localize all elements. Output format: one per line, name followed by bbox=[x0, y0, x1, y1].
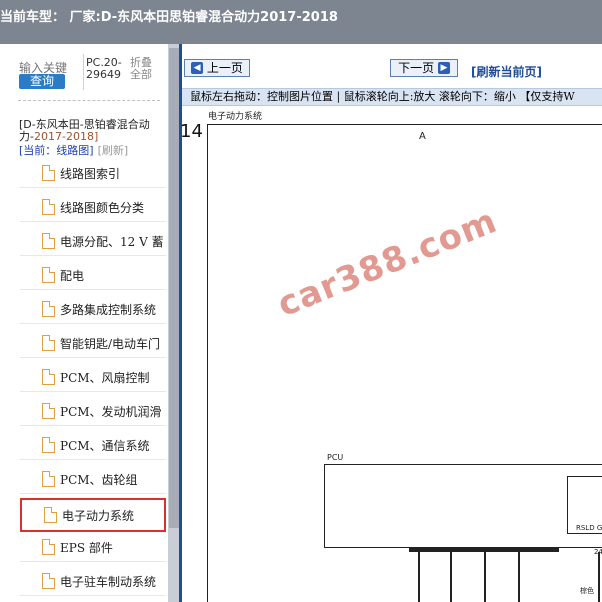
tree-item-label: 智能钥匙/电动车门 bbox=[60, 337, 161, 351]
tree-item[interactable]: PCM、通信系统 bbox=[20, 430, 166, 460]
pc-code: PC.20-29649 bbox=[86, 56, 122, 81]
app-window: 当前车型： 厂家:D-东风本田思铂睿混合动力2017-2018 查询 PC.20… bbox=[0, 0, 602, 602]
document-icon bbox=[42, 233, 55, 249]
document-icon bbox=[42, 301, 55, 317]
pcu-box bbox=[324, 464, 602, 548]
document-icon bbox=[42, 403, 55, 419]
model-name: [D-东风本田-思铂睿混合动力-2017-2018] bbox=[19, 119, 159, 143]
tree-item[interactable]: PCM、齿轮组 bbox=[20, 464, 166, 494]
divider bbox=[18, 100, 160, 101]
tree-item-label: 配电 bbox=[60, 269, 85, 283]
document-icon bbox=[42, 437, 55, 453]
arrow-right-icon: ▶ bbox=[437, 61, 450, 74]
usage-hint: 鼠标左右拖动：控制图片位置 | 鼠标滚轮向上:放大 滚轮向下：缩小 【仅支持W bbox=[182, 88, 602, 106]
tree-item-label: 线路图索引 bbox=[60, 167, 121, 181]
search-button[interactable]: 查询 bbox=[19, 74, 65, 89]
tree-item-label: 线路图颜色分类 bbox=[60, 201, 145, 215]
tree-item-label: PCM、发动机润滑 bbox=[60, 405, 162, 419]
fold-all-toggle[interactable]: 折叠全部 bbox=[130, 57, 160, 81]
panel-separator bbox=[83, 54, 84, 90]
document-icon bbox=[42, 369, 55, 385]
current-model-title: 当前车型： 厂家:D-东风本田思铂睿混合动力2017-2018 bbox=[0, 10, 338, 25]
document-icon bbox=[44, 507, 57, 523]
document-icon bbox=[42, 573, 55, 589]
tree-item[interactable]: EPS 部件 bbox=[20, 532, 166, 562]
current-location: [当前：线路图] [刷新] bbox=[19, 142, 128, 158]
tree-item[interactable]: PCM、风扇控制 bbox=[20, 362, 166, 392]
tree-item-label: 多路集成控制系统 bbox=[60, 303, 157, 317]
next-page-button[interactable]: 下一页 ▶ bbox=[390, 59, 458, 77]
title-bar: 当前车型： 厂家:D-东风本田思铂睿混合动力2017-2018 bbox=[0, 0, 602, 44]
wire-color-label: 棕色 bbox=[580, 587, 594, 595]
tree-item[interactable]: PCM、发动机润滑 bbox=[20, 396, 166, 426]
viewer-toolbar: ◀ 上一页 下一页 ▶ [刷新当前页] bbox=[182, 44, 602, 88]
wire bbox=[518, 552, 520, 602]
left-panel: 查询 PC.20-29649 折叠全部 [D-东风本田-思铂睿混合动力-2017… bbox=[0, 44, 168, 602]
refresh-link[interactable]: [刷新] bbox=[98, 144, 129, 157]
current-label[interactable]: [当前：线路图] bbox=[19, 144, 94, 157]
tree-item[interactable]: 线路图颜色分类 bbox=[20, 192, 166, 222]
pcu-label: PCU bbox=[327, 453, 344, 462]
document-icon bbox=[42, 471, 55, 487]
document-icon bbox=[42, 335, 55, 351]
wire bbox=[598, 552, 600, 602]
refresh-page-link[interactable]: [刷新当前页] bbox=[471, 63, 542, 80]
tree-item-label: 电子驻车制动系统 bbox=[60, 575, 157, 589]
arrow-left-icon: ◀ bbox=[191, 61, 204, 74]
prev-page-label: 上一页 bbox=[206, 61, 243, 75]
pin-number: 24 bbox=[594, 548, 602, 556]
viewer-pane: ◀ 上一页 下一页 ▶ [刷新当前页] 鼠标左右拖动：控制图片位置 | 鼠标滚轮… bbox=[182, 44, 602, 602]
tree-item-label: 电子动力系统 bbox=[62, 509, 135, 523]
rsld-label: RSLD G bbox=[576, 524, 602, 532]
tree-item-label: PCM、通信系统 bbox=[60, 439, 150, 453]
diagram-zone-label: A bbox=[419, 131, 426, 142]
tree-item-label: PCM、风扇控制 bbox=[60, 371, 150, 385]
tree-item[interactable]: 电子驻车制动系统 bbox=[20, 566, 166, 596]
tree-item[interactable]: 配电 bbox=[20, 260, 166, 290]
document-icon bbox=[42, 199, 55, 215]
tree-item[interactable]: 多路集成控制系统 bbox=[20, 294, 166, 324]
tree-item[interactable]: 电源分配、12 V 蓄 bbox=[20, 226, 166, 256]
tree-item[interactable]: 线路图索引 bbox=[20, 158, 166, 188]
wire bbox=[418, 552, 420, 602]
wire bbox=[484, 552, 486, 602]
diagram-page-number: 14 bbox=[182, 121, 203, 142]
prev-page-button[interactable]: ◀ 上一页 bbox=[184, 59, 250, 77]
next-page-label: 下一页 bbox=[398, 61, 435, 75]
tree-item[interactable]: 电子动力系统 bbox=[20, 498, 166, 532]
tree-item-label: PCM、齿轮组 bbox=[60, 473, 138, 487]
wire bbox=[450, 552, 452, 602]
document-icon bbox=[42, 165, 55, 181]
document-icon bbox=[42, 267, 55, 283]
tree-item[interactable]: 智能钥匙/电动车门 bbox=[20, 328, 166, 358]
document-icon bbox=[42, 539, 55, 555]
scrollbar-thumb[interactable] bbox=[169, 48, 179, 528]
tree-item-label: EPS 部件 bbox=[60, 541, 113, 555]
wiring-diagram[interactable]: 电子动力系统 14 A car388.com PCU RSLD G 24 棕色 bbox=[182, 106, 602, 602]
tree-item-label: 电源分配、12 V 蓄 bbox=[60, 235, 164, 249]
diagram-title: 电子动力系统 bbox=[208, 112, 263, 122]
